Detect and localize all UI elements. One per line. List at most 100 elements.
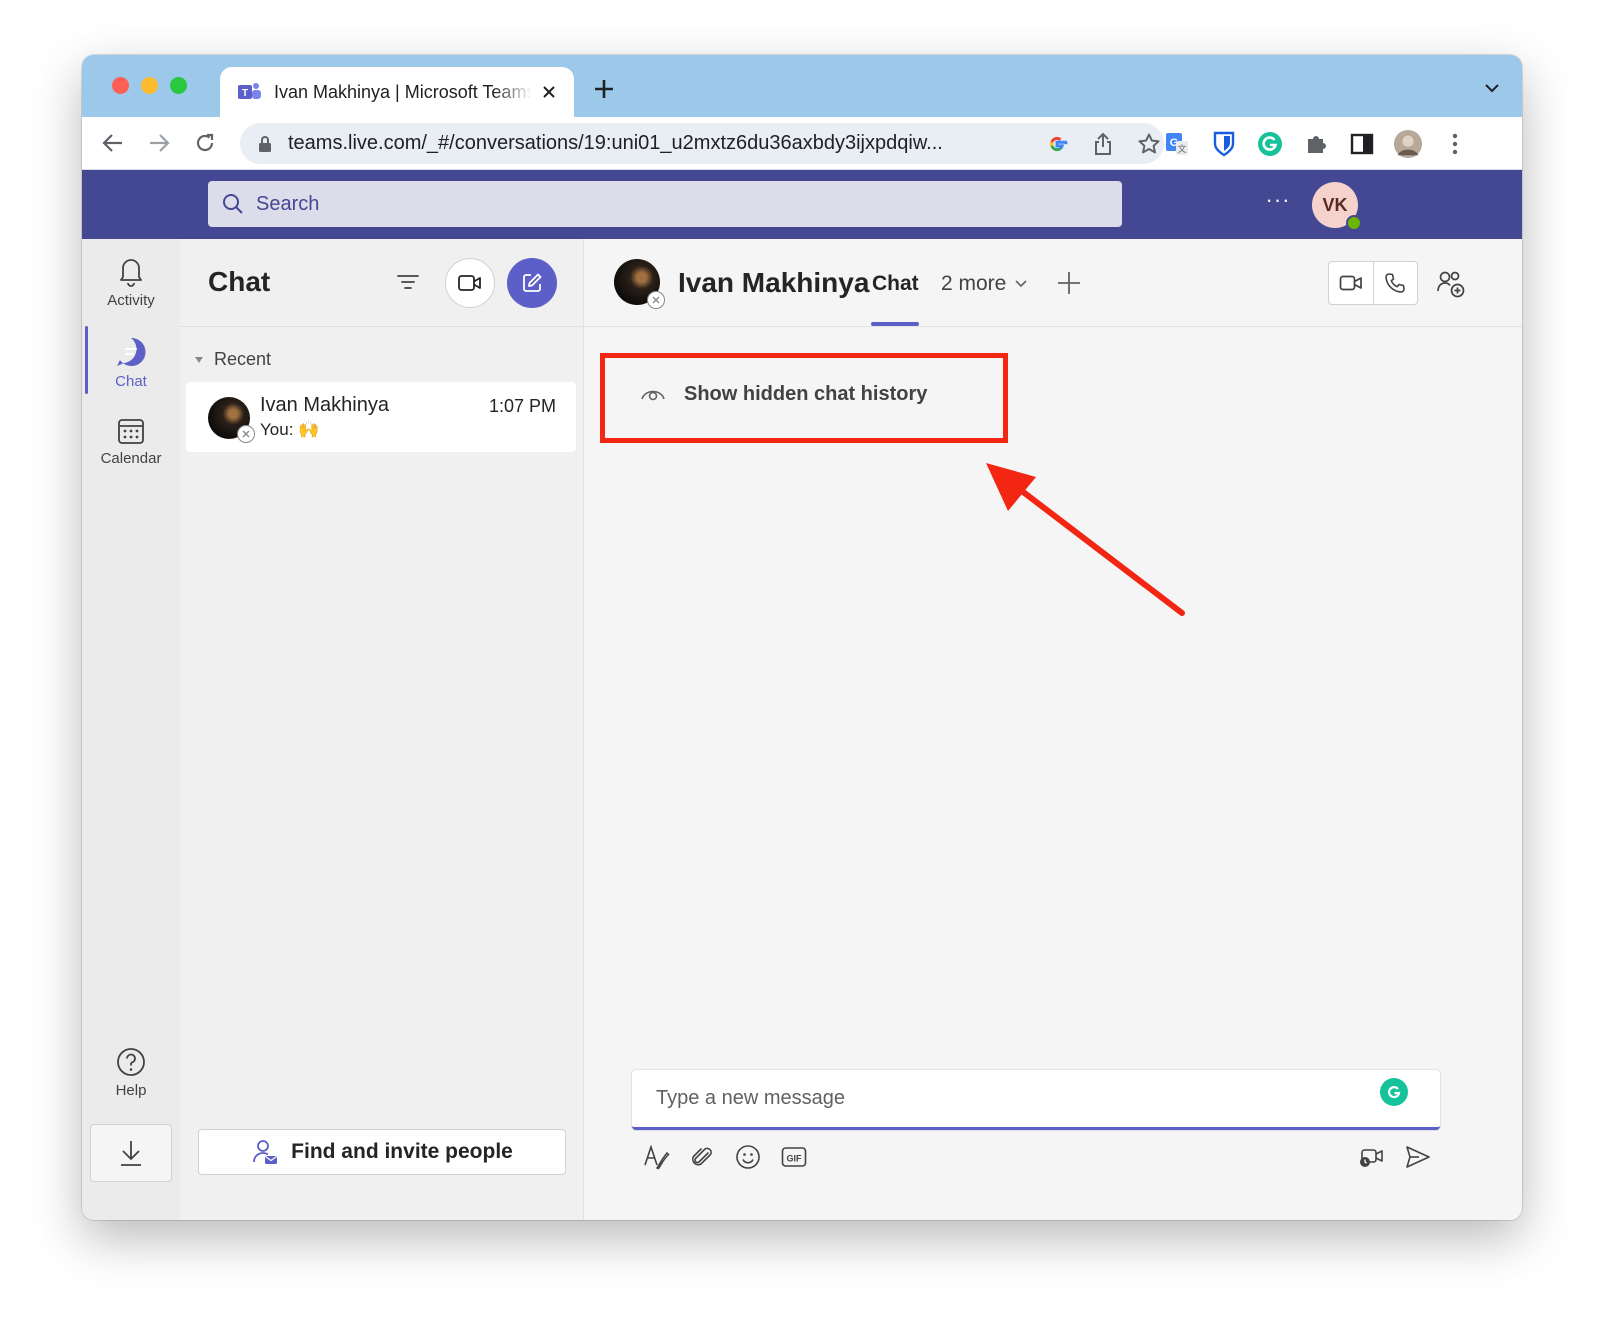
add-people-icon[interactable] bbox=[1436, 269, 1466, 299]
attach-icon[interactable] bbox=[686, 1141, 718, 1173]
browser-window: T Ivan Makhinya | Microsoft Teams teams.… bbox=[82, 55, 1522, 1220]
conversation-title: Ivan Makhinya bbox=[678, 267, 870, 298]
message-composer bbox=[632, 1070, 1440, 1130]
chevron-down-icon[interactable] bbox=[1484, 82, 1500, 94]
meet-now-button[interactable] bbox=[445, 258, 495, 308]
tab-title: Ivan Makhinya | Microsoft Teams bbox=[274, 81, 532, 102]
rail-label-calendar: Calendar bbox=[100, 450, 162, 467]
reload-icon[interactable] bbox=[192, 130, 218, 156]
rail-item-chat[interactable]: Chat bbox=[82, 336, 180, 406]
emoji-icon[interactable] bbox=[732, 1141, 764, 1173]
rail-item-activity[interactable]: Activity bbox=[82, 255, 180, 325]
svg-text:文: 文 bbox=[1177, 143, 1186, 154]
user-initials: VK bbox=[1322, 194, 1348, 215]
conversation-header: Ivan Makhinya Chat 2 more bbox=[584, 239, 1522, 327]
minimize-window-button[interactable] bbox=[141, 77, 158, 94]
translate-extension-icon[interactable]: G文 bbox=[1162, 129, 1192, 159]
teams-header: Search ··· VK bbox=[82, 170, 1522, 239]
rail-label-help: Help bbox=[115, 1082, 147, 1099]
google-icon[interactable] bbox=[1042, 129, 1072, 159]
calendar-icon bbox=[118, 419, 144, 444]
video-call-button[interactable] bbox=[1329, 262, 1373, 304]
more-options-icon[interactable]: ··· bbox=[1264, 189, 1292, 216]
conversation-preview: You: 🙌 bbox=[260, 420, 320, 439]
lock-icon bbox=[259, 135, 271, 152]
user-avatar[interactable]: VK bbox=[1312, 182, 1362, 231]
annotation-highlight-box bbox=[600, 353, 1008, 443]
video-camera-icon bbox=[458, 275, 481, 291]
avatar bbox=[208, 397, 255, 443]
list-item[interactable]: Ivan Makhinya 1:07 PM You: 🙌 bbox=[186, 382, 576, 452]
caret-down-icon bbox=[195, 356, 203, 363]
gif-icon[interactable]: GIF bbox=[778, 1141, 810, 1173]
download-app-button[interactable] bbox=[90, 1124, 172, 1182]
chat-icon bbox=[117, 337, 146, 366]
bookmark-star-icon[interactable] bbox=[1134, 129, 1164, 159]
tab-strip: T Ivan Makhinya | Microsoft Teams bbox=[82, 55, 1522, 117]
recent-section-header[interactable]: Recent bbox=[194, 349, 271, 370]
maximize-window-button[interactable] bbox=[170, 77, 187, 94]
address-bar[interactable]: teams.live.com/_#/conversations/19:uni01… bbox=[240, 123, 1164, 164]
chevron-down-icon bbox=[1015, 280, 1027, 288]
find-and-invite-button[interactable]: Find and invite people bbox=[198, 1129, 566, 1175]
conversation-time: 1:07 PM bbox=[488, 396, 556, 416]
audio-call-button[interactable] bbox=[1372, 262, 1417, 304]
new-chat-button[interactable] bbox=[507, 258, 557, 308]
conversation-name: Ivan Makhinya bbox=[260, 394, 389, 416]
annotation-arrow-icon bbox=[986, 463, 1185, 616]
rail-label-activity: Activity bbox=[107, 292, 155, 309]
chat-list-title: Chat bbox=[208, 266, 271, 297]
call-button-group bbox=[1328, 261, 1418, 305]
message-input[interactable] bbox=[656, 1087, 1356, 1110]
share-icon[interactable] bbox=[1088, 129, 1118, 159]
download-icon bbox=[121, 1141, 141, 1166]
browser-toolbar: teams.live.com/_#/conversations/19:uni01… bbox=[82, 117, 1522, 170]
grammarly-icon[interactable] bbox=[1380, 1078, 1408, 1106]
invite-people-icon bbox=[253, 1140, 278, 1164]
forward-icon[interactable] bbox=[146, 130, 172, 156]
find-and-invite-label: Find and invite people bbox=[291, 1140, 513, 1163]
browser-menu-icon[interactable] bbox=[1440, 129, 1470, 159]
filter-icon[interactable] bbox=[396, 272, 420, 292]
new-tab-icon[interactable] bbox=[592, 77, 616, 101]
svg-text:GIF: GIF bbox=[787, 1154, 803, 1164]
url-text: teams.live.com/_#/conversations/19:uni01… bbox=[288, 132, 943, 154]
side-panel-icon[interactable] bbox=[1347, 129, 1377, 159]
more-tabs-label: 2 more bbox=[941, 272, 1007, 295]
tab-chat[interactable]: Chat bbox=[872, 272, 919, 296]
search-input[interactable]: Search bbox=[208, 181, 1122, 227]
chat-list-pane: Chat Recent Ivan Makhinya 1:07 PM You: 🙌… bbox=[180, 239, 584, 1220]
svg-text:T: T bbox=[242, 88, 248, 99]
back-icon[interactable] bbox=[100, 130, 126, 156]
close-tab-icon[interactable] bbox=[538, 81, 560, 103]
profile-avatar[interactable] bbox=[1393, 129, 1423, 159]
send-icon[interactable] bbox=[1402, 1141, 1434, 1173]
format-text-icon[interactable] bbox=[640, 1141, 672, 1173]
help-icon bbox=[117, 1048, 145, 1076]
presence-offline-icon bbox=[237, 425, 255, 443]
video-camera-icon bbox=[1339, 275, 1362, 291]
chat-list-divider bbox=[180, 326, 583, 327]
video-clip-icon[interactable] bbox=[1356, 1141, 1388, 1173]
conversation-pane: Ivan Makhinya Chat 2 more Show hidden ch… bbox=[584, 239, 1522, 1220]
add-tab-icon[interactable] bbox=[1056, 270, 1082, 296]
browser-tab[interactable]: T Ivan Makhinya | Microsoft Teams bbox=[220, 67, 574, 117]
grammarly-extension-icon[interactable] bbox=[1255, 129, 1285, 159]
phone-icon bbox=[1385, 273, 1406, 293]
extensions-puzzle-icon[interactable] bbox=[1301, 129, 1331, 159]
recent-label: Recent bbox=[214, 349, 272, 369]
rail-item-calendar[interactable]: Calendar bbox=[82, 417, 180, 487]
teams-favicon-icon: T bbox=[238, 83, 261, 99]
rail-item-help[interactable]: Help bbox=[82, 1047, 180, 1117]
more-tabs-dropdown[interactable]: 2 more bbox=[941, 272, 1028, 296]
close-window-button[interactable] bbox=[112, 77, 129, 94]
bell-icon bbox=[120, 259, 142, 287]
bitwarden-shield-icon[interactable] bbox=[1209, 129, 1239, 159]
search-placeholder: Search bbox=[256, 192, 320, 215]
presence-available-icon bbox=[1346, 215, 1362, 231]
active-tab-indicator bbox=[871, 322, 919, 326]
compose-icon bbox=[523, 273, 542, 292]
composer-toolbar: GIF bbox=[640, 1141, 824, 1173]
avatar[interactable] bbox=[614, 259, 665, 309]
rail-label-chat: Chat bbox=[115, 373, 147, 390]
